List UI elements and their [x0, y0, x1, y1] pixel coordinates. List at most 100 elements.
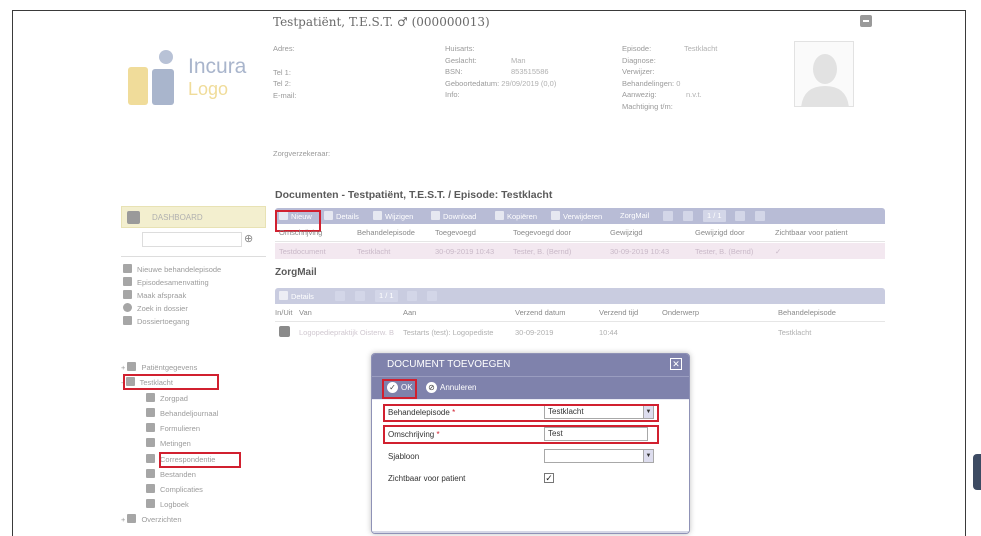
cell-zichtbaar: ✓ [775, 247, 782, 256]
action-dossier-access[interactable]: Dossiertoegang [123, 316, 190, 326]
magnifier-icon [123, 303, 132, 312]
zorgmail-details-button[interactable]: Details [279, 291, 314, 301]
sidebar-search-input[interactable] [142, 232, 242, 247]
value-behandelingen: 0 [676, 78, 681, 88]
label-zorgverzekeraar: Zorgverzekeraar: [273, 149, 331, 158]
dashboard-label: DASHBOARD [152, 213, 203, 222]
tree-label: Metingen [160, 439, 191, 448]
inbox-arrow-icon [279, 326, 290, 337]
copy-label: Kopiëren [507, 212, 538, 221]
app-window: Testpatiënt, T.E.S.T. ♂ (000000013) Incu… [12, 10, 966, 536]
tree-label: Zorgpad [160, 394, 188, 403]
search-icon[interactable]: ⊕ [244, 232, 253, 245]
download-button[interactable]: Download [431, 211, 476, 221]
edit-label: Wijzigen [385, 212, 414, 221]
prev-page-icon[interactable] [355, 291, 365, 301]
tree-bestanden[interactable]: Bestanden [146, 469, 196, 479]
zichtbaar-checkbox[interactable]: ✓ [544, 473, 554, 483]
edit-icon [123, 316, 132, 325]
prev-page-icon[interactable] [683, 211, 693, 221]
label-machtiging: Machtiging t/m: [622, 101, 673, 111]
cell-toegevoegd-door: Tester, B. (Bernd) [513, 247, 572, 256]
copy-button[interactable]: Kopiëren [495, 211, 537, 221]
tree-zorgpad[interactable]: Zorgpad [146, 393, 188, 403]
cell-van: Logopediepraktijk Oisterw. B [299, 328, 395, 337]
col-omschrijving[interactable]: Omschrijving [279, 228, 322, 237]
tree-behandeljournaal[interactable]: Behandeljournaal [146, 408, 218, 418]
col-van[interactable]: Van [299, 308, 312, 317]
tree-patientgegevens[interactable]: + Patiëntgegevens [121, 362, 197, 372]
action-new-episode[interactable]: Nieuwe behandelepisode [123, 264, 221, 274]
first-page-icon[interactable] [663, 211, 673, 221]
label-aanwezig: Aanwezig: [622, 90, 657, 99]
sjabloon-select[interactable]: ▼ [544, 449, 654, 463]
documents-title: Documenten - Testpatiënt, T.E.S.T. / Epi… [275, 189, 553, 201]
next-page-icon[interactable] [735, 211, 745, 221]
collapse-icon[interactable] [860, 15, 872, 27]
zichtbaar-label: Zichtbaar voor patient [388, 474, 466, 483]
col-verzend-datum[interactable]: Verzend datum [515, 308, 565, 317]
col-behandelepisode[interactable]: Behandelepisode [357, 228, 415, 237]
action-make-appointment[interactable]: Maak afspraak [123, 290, 186, 300]
documents-table-header: Omschrijving Behandelepisode Toegevoegd … [275, 224, 885, 242]
patient-title: Testpatiënt, T.E.S.T. ♂ (000000013) [273, 15, 490, 29]
details-button[interactable]: Details [324, 211, 359, 221]
table-row[interactable]: Logopediepraktijk Oisterw. B Testarts (t… [275, 324, 885, 340]
close-icon[interactable]: ✕ [670, 358, 682, 370]
logo-text-logo: Logo [188, 79, 229, 99]
zorgmail-toolbar: Details 1 / 1 [275, 288, 885, 304]
col-verzend-tijd[interactable]: Verzend tijd [599, 308, 638, 317]
tree-label: Behandeljournaal [160, 409, 219, 418]
label-verwijzer: Verwijzer: [622, 67, 655, 76]
cancel-button[interactable]: ⊘ Annuleren [426, 382, 476, 393]
label-bsn: BSN: [445, 67, 463, 76]
last-page-icon[interactable] [755, 211, 765, 221]
col-zichtbaar[interactable]: Zichtbaar voor patient [775, 228, 848, 237]
action-episode-summary[interactable]: Episodesamenvatting [123, 277, 209, 287]
edit-button[interactable]: Wijzigen [373, 211, 413, 221]
tree-metingen[interactable]: Metingen [146, 438, 191, 448]
zorgmail-title: ZorgMail [275, 267, 317, 278]
col-onderwerp[interactable]: Onderwerp [662, 308, 699, 317]
label-geboortedatum: Geboortedatum: [445, 78, 500, 88]
letter-icon [146, 454, 155, 463]
label-tel2: Tel 2: [273, 79, 291, 88]
col-gewijzigd[interactable]: Gewijzigd [610, 228, 643, 237]
copy-icon [495, 211, 504, 220]
tree-complicaties[interactable]: Complicaties [146, 484, 203, 494]
side-tab-icon[interactable] [973, 454, 981, 490]
next-page-icon[interactable] [407, 291, 417, 301]
highlight-omschrijving [383, 425, 659, 444]
page-indicator: 1 / 1 [703, 210, 726, 222]
zorgmail-button[interactable]: ZorgMail [620, 211, 649, 220]
col-aan[interactable]: Aan [403, 308, 416, 317]
tree-label: Bestanden [160, 470, 196, 479]
calendar-icon [123, 264, 132, 273]
action-label: Dossiertoegang [137, 317, 190, 326]
col-toegevoegd-door[interactable]: Toegevoegd door [513, 228, 571, 237]
highlight-correspondentie [159, 452, 241, 468]
dialog-form: Behandelepisode * Testklacht ▼ Omschrijvi… [372, 400, 689, 533]
action-search-dossier[interactable]: Zoek in dossier [123, 303, 188, 313]
grid-icon [146, 393, 155, 402]
first-page-icon[interactable] [335, 291, 345, 301]
cell-behandelepisode: Testklacht [778, 328, 812, 337]
label-info: Info: [445, 90, 460, 99]
chevron-down-icon[interactable]: ▼ [643, 450, 653, 462]
last-page-icon[interactable] [427, 291, 437, 301]
delete-button[interactable]: Verwijderen [551, 211, 602, 221]
tree-formulieren[interactable]: Formulieren [146, 423, 200, 433]
col-toegevoegd[interactable]: Toegevoegd [435, 228, 476, 237]
tree-overzichten[interactable]: + Overzichten [121, 514, 182, 524]
col-inuit[interactable]: In/Uit [275, 308, 293, 317]
documents-toolbar: Nieuw Details Wijzigen Download Kopiëren… [275, 208, 885, 224]
col-gewijzigd-door[interactable]: Gewijzigd door [695, 228, 745, 237]
col-behandelepisode[interactable]: Behandelepisode [778, 308, 836, 317]
download-icon [431, 211, 440, 220]
table-row[interactable]: Testdocument Testklacht 30-09-2019 10:43… [275, 243, 885, 259]
logo-text-incura: Incura [188, 55, 247, 78]
dashboard-button[interactable]: DASHBOARD [121, 206, 266, 228]
action-label: Nieuwe behandelepisode [137, 265, 222, 274]
incura-logo: Incura Logo [128, 47, 258, 107]
tree-logboek[interactable]: Logboek [146, 499, 189, 509]
